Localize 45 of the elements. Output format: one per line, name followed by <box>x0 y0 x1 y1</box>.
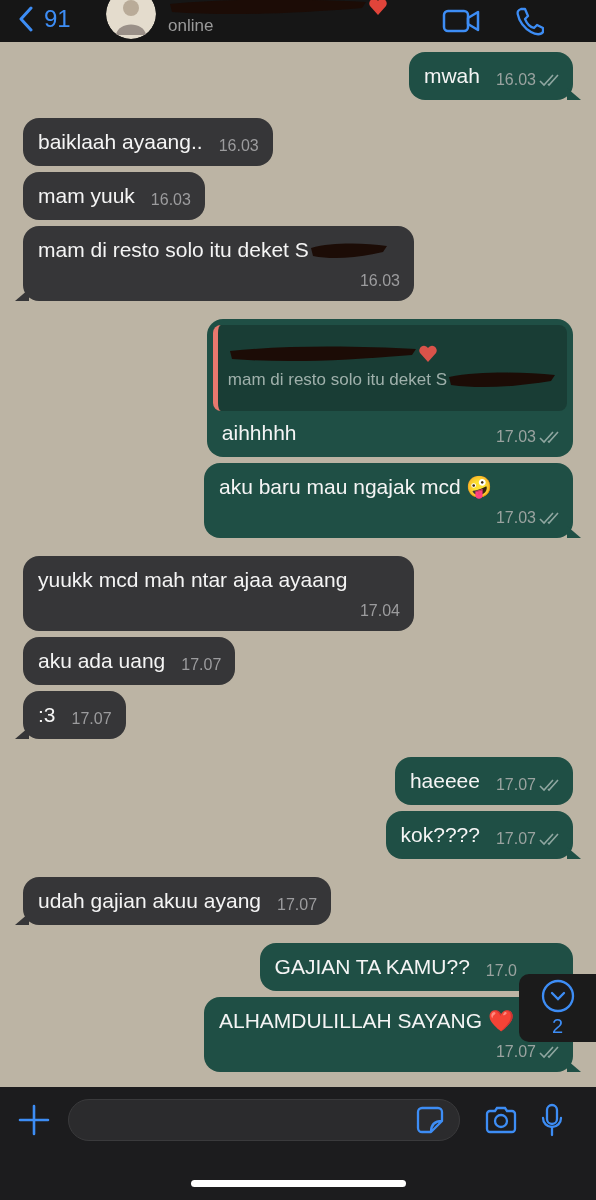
message-text: aku baru mau ngajak mcd 🤪 <box>219 475 493 498</box>
message-time: 17.07 <box>495 1042 536 1062</box>
message-time: 17.07 <box>277 895 318 915</box>
message-time: 17.04 <box>359 601 400 621</box>
unread-count: 91 <box>44 5 71 33</box>
heart-icon <box>368 0 388 16</box>
message-input-field[interactable] <box>68 1099 460 1141</box>
message-text: mam yuuk <box>38 184 135 207</box>
message-time: 17.03 <box>495 427 536 447</box>
message-text: baiklaah ayaang.. <box>38 130 203 153</box>
message-time: 17.07 <box>181 655 222 675</box>
sticker-icon[interactable] <box>415 1105 445 1135</box>
contact-status: online <box>168 16 215 36</box>
message-text: yuukk mcd mah ntar ajaa ayaang <box>38 568 348 591</box>
message-time: 16.03 <box>150 190 191 210</box>
message-time: 17.07 <box>495 775 536 795</box>
message-text: GAJIAN TA KAMU?? <box>274 955 470 978</box>
message-time: 16.03 <box>359 271 400 291</box>
message-time: 16.03 <box>495 70 536 90</box>
message-time: 16.03 <box>218 136 259 156</box>
message-text: :3 <box>38 703 56 726</box>
message-text: aku ada uang <box>38 649 166 672</box>
camera-icon[interactable] <box>484 1106 518 1134</box>
message-time: 17.07 <box>71 709 112 729</box>
avatar[interactable] <box>106 0 156 39</box>
message-time: 17.03 <box>495 508 536 528</box>
heart-icon <box>417 345 438 363</box>
plus-icon[interactable] <box>18 1104 50 1136</box>
phone-call-icon[interactable] <box>514 6 544 36</box>
message-time: 17.0 <box>485 961 517 981</box>
quoted-text: mam di resto solo itu deket S <box>227 369 447 391</box>
message-text: udah gajian akuu ayang <box>38 889 262 912</box>
message-text: aihhhhh <box>221 421 297 444</box>
message-text: mwah <box>423 64 480 87</box>
chevron-down-icon <box>540 978 575 1013</box>
back-icon[interactable] <box>18 6 34 32</box>
message-text: mam di resto solo itu deket S <box>38 238 309 261</box>
message-time: 17.07 <box>495 829 536 849</box>
scroll-down-button[interactable]: 2 <box>519 974 596 1042</box>
message-text: ALHAMDULILLAH SAYANG ❤ <box>219 1009 514 1032</box>
message-text: kok???? <box>400 823 480 846</box>
message-text: haeeee <box>409 769 480 792</box>
unread-count: 2 <box>551 1014 564 1038</box>
video-call-icon[interactable] <box>442 7 480 35</box>
microphone-icon[interactable] <box>540 1103 564 1137</box>
